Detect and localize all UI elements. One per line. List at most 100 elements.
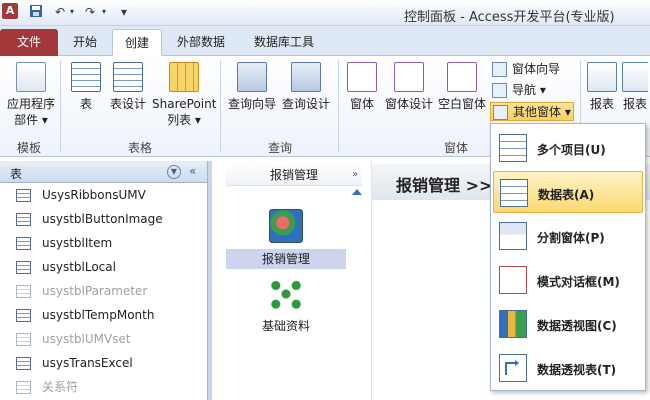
menu-item-datasheet[interactable]: 数据表(A) <box>493 171 643 213</box>
menu-item-label: 数据表(A) <box>538 188 595 202</box>
report-label: 报表 <box>589 97 614 111</box>
tab-file[interactable]: 文件 <box>0 29 58 56</box>
table-icon <box>16 309 31 322</box>
expense-management-icon <box>269 209 303 243</box>
switchboard-item-base-data[interactable]: 基础资料 <box>226 277 346 334</box>
menu-item-label: 数据透视图(C) <box>537 319 617 333</box>
nav-table-item[interactable]: usystblTempMonth <box>0 303 207 327</box>
query-wizard-icon <box>237 62 267 92</box>
table-icon <box>16 237 31 250</box>
form-design-icon <box>394 62 424 92</box>
pivot-chart-icon <box>499 310 527 338</box>
nav-table-item[interactable]: usystblUMVset <box>0 327 207 351</box>
group-separator <box>338 60 339 152</box>
switchboard-item-label: 基础资料 <box>261 319 310 333</box>
sharepoint-label: SharePoint <box>152 97 217 111</box>
menu-item-label: 多个项目(U) <box>537 143 606 157</box>
table-design-button[interactable]: 表设计 <box>106 62 150 112</box>
more-forms-label: 其他窗体 ▾ <box>513 105 571 119</box>
group-label-tables: 表格 <box>128 141 153 155</box>
nav-table-item[interactable]: usystblParameter <box>0 279 207 303</box>
blank-form-icon <box>447 62 477 92</box>
table-label: 表 <box>79 97 92 111</box>
nav-table-label: 关系符 <box>42 380 79 394</box>
nav-table-item[interactable]: UsysRibbonsUMV <box>0 183 207 207</box>
table-button[interactable]: 表 <box>68 62 104 112</box>
nav-table-item[interactable]: usystblItem <box>0 231 207 255</box>
triangle-up-icon[interactable] <box>352 189 362 195</box>
group-separator <box>220 60 221 152</box>
table-icon <box>16 285 31 298</box>
table-icon <box>16 213 31 226</box>
application-parts-label: 应用程序 <box>6 97 55 111</box>
report-icon <box>587 62 617 92</box>
table-icon <box>16 381 31 394</box>
table-icon <box>16 357 31 370</box>
form-wizard-button[interactable]: 窗体向导 <box>490 60 560 79</box>
menu-item-split-form[interactable]: 分割窗体(P) <box>493 215 643 257</box>
menu-item-pivot-chart[interactable]: 数据透视图(C) <box>493 303 643 345</box>
redo-dropdown-icon[interactable]: ▾ <box>96 4 112 20</box>
query-wizard-button[interactable]: 查询向导 <box>226 62 278 112</box>
menu-item-modal-dialog[interactable]: 模式对话框(M) <box>493 259 643 301</box>
navigation-pane-header[interactable]: 表 ▼ « <box>0 161 207 183</box>
menu-item-label: 分割窗体(P) <box>537 231 605 245</box>
report-button[interactable]: 报表 <box>586 62 618 112</box>
nav-table-item[interactable]: 关系符 <box>0 375 207 399</box>
switchboard-menu-header: 报销管理 <box>226 164 362 186</box>
form-button[interactable]: 窗体 <box>344 62 380 112</box>
blank-form-label: 空白窗体 <box>437 97 486 111</box>
blank-form-button[interactable]: 空白窗体 <box>436 62 488 112</box>
more-forms-button[interactable]: 其他窗体 ▾ <box>490 102 574 121</box>
chevron-double-down-icon[interactable]: » <box>352 169 358 180</box>
table-icon <box>16 261 31 274</box>
nav-table-label: usysTransExcel <box>42 356 133 370</box>
datasheet-icon <box>500 179 528 207</box>
pivot-table-icon <box>499 354 527 382</box>
table-icon <box>71 62 101 92</box>
save-icon[interactable] <box>28 4 44 20</box>
tab-create[interactable]: 创建 <box>112 29 162 56</box>
group-label-templates: 模板 <box>17 141 42 155</box>
group-label-queries: 查询 <box>268 141 293 155</box>
navigation-pane-title: 表 <box>10 167 23 181</box>
nav-table-label: usystblLocal <box>42 260 116 274</box>
menu-item-pivot-table[interactable]: 数据透视表(T) <box>493 347 643 389</box>
chevron-down-icon[interactable]: ▼ <box>167 165 181 179</box>
tab-home[interactable]: 开始 <box>62 29 108 56</box>
nav-table-label: usystblParameter <box>42 284 148 298</box>
menu-item-multiple-items[interactable]: 多个项目(U) <box>493 127 643 169</box>
ribbon-tabs: 文件 开始 创建 外部数据 数据库工具 <box>0 26 650 56</box>
application-parts-icon <box>16 62 46 92</box>
tab-database-tools[interactable]: 数据库工具 <box>244 29 324 56</box>
application-parts-button[interactable]: 应用程序 部件 ▾ <box>4 62 58 128</box>
report-design-button[interactable]: 报表 <box>622 62 648 112</box>
access-app-icon[interactable]: A <box>2 3 18 19</box>
nav-table-item[interactable]: usystblLocal <box>0 255 207 279</box>
query-design-label: 查询设计 <box>281 97 330 111</box>
query-design-button[interactable]: 查询设计 <box>280 62 332 112</box>
switchboard-item-expense[interactable]: 报销管理 <box>226 209 346 269</box>
sharepoint-lists-button[interactable]: SharePoint 列表 ▾ <box>152 62 216 128</box>
form-design-button[interactable]: 窗体设计 <box>384 62 434 112</box>
customize-quick-access-icon[interactable]: ▾ <box>116 4 132 20</box>
tab-external-data[interactable]: 外部数据 <box>168 29 234 56</box>
more-forms-icon <box>493 105 508 120</box>
nav-table-item[interactable]: usystblButtonImage <box>0 207 207 231</box>
base-data-icon <box>269 277 303 311</box>
nav-table-item[interactable]: usysTransExcel <box>0 351 207 375</box>
nav-table-label: usystblTempMonth <box>42 308 155 322</box>
multiple-items-icon <box>499 134 527 162</box>
group-separator <box>60 60 61 152</box>
navigation-pane: 表 ▼ « UsysRibbonsUMV usystblButtonImage us… <box>0 161 208 400</box>
application-parts-label-2: 部件 ▾ <box>14 113 48 127</box>
modal-dialog-icon <box>499 266 527 294</box>
table-icon <box>16 333 31 346</box>
form-wizard-label: 窗体向导 <box>512 62 561 76</box>
table-design-label: 表设计 <box>109 97 146 111</box>
navigation-button[interactable]: 导航 ▾ <box>490 81 546 100</box>
collapse-pane-icon[interactable]: « <box>189 164 196 178</box>
undo-dropdown-icon[interactable]: ▾ <box>64 4 80 20</box>
navigation-icon <box>492 83 507 98</box>
switchboard-item-label: 报销管理 <box>226 249 346 269</box>
